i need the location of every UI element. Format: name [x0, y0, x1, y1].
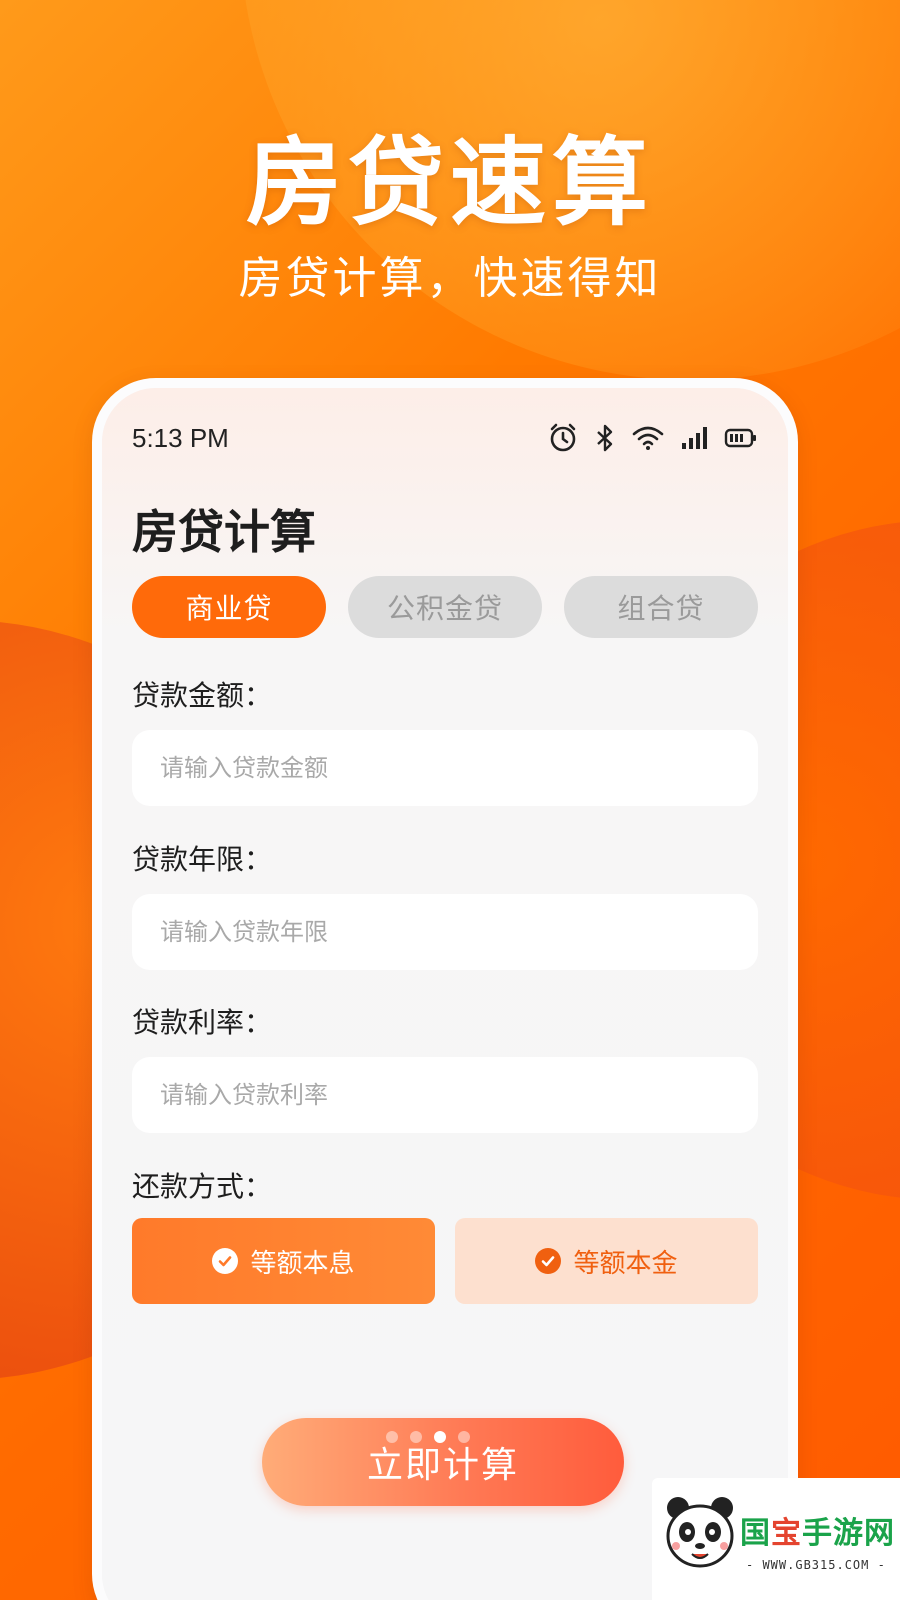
pager-dot-active[interactable] [434, 1431, 446, 1443]
loan-rate-label: 贷款利率： [132, 1006, 273, 1039]
loan-amount-field[interactable] [132, 730, 758, 806]
watermark-name-part: 国 [740, 1516, 771, 1551]
hero-subtitle: 房贷计算，快速得知 [238, 253, 662, 304]
panda-logo-icon [666, 1497, 734, 1568]
loan-amount-label: 贷款金额： [132, 679, 273, 712]
loan-rate-field[interactable] [132, 1057, 758, 1133]
status-time: 5:13 PM [132, 422, 229, 453]
site-watermark: 国宝手游网 - WWW.GB315.COM - [652, 1478, 900, 1600]
tab-provident-fund-loan[interactable]: 公积金贷 [348, 576, 542, 638]
loan-rate-input[interactable] [158, 1080, 758, 1110]
repayment-option-label: 等额本金 [573, 1248, 678, 1279]
status-icons [548, 423, 758, 453]
loan-term-field[interactable] [132, 894, 758, 970]
pager-dot[interactable] [458, 1431, 470, 1443]
repayment-options: 等额本息 等额本金 [132, 1218, 758, 1304]
loan-term-input[interactable] [158, 917, 758, 947]
promo-page: 房贷速算 房贷计算，快速得知 5:13 PM 房贷计算 商业贷 公积金贷 组合贷… [0, 0, 900, 1600]
check-circle-icon [535, 1248, 562, 1274]
alarm-icon [548, 423, 578, 453]
watermark-url: - WWW.GB315.COM - [746, 1558, 886, 1572]
loan-type-tabs: 商业贷 公积金贷 组合贷 [132, 576, 758, 638]
pager-dot[interactable] [386, 1431, 398, 1443]
loan-amount-input[interactable] [158, 753, 758, 783]
hero-title: 房贷速算 [246, 127, 654, 239]
bluetooth-icon [594, 423, 616, 453]
pager-dots [386, 1431, 470, 1443]
repayment-option-equal-principal[interactable]: 等额本金 [455, 1218, 758, 1304]
phone-mockup: 5:13 PM 房贷计算 商业贷 公积金贷 组合贷 贷款金额： 请输入贷款金额 … [92, 378, 798, 1600]
wifi-icon [632, 425, 664, 451]
signal-icon [680, 425, 708, 451]
status-bar: 5:13 PM [132, 418, 758, 458]
tab-combined-loan[interactable]: 组合贷 [564, 576, 758, 638]
page-title: 房贷计算 [132, 505, 316, 559]
app-screen: 5:13 PM 房贷计算 商业贷 公积金贷 组合贷 贷款金额： 请输入贷款金额 … [102, 388, 788, 1600]
pager-dot[interactable] [410, 1431, 422, 1443]
watermark-name-part: 手游网 [802, 1516, 895, 1551]
repayment-option-equal-installment[interactable]: 等额本息 [132, 1218, 435, 1304]
loan-term-label: 贷款年限： [132, 843, 273, 876]
watermark-name: 国宝手游网 [740, 1508, 895, 1552]
repayment-option-label: 等额本息 [250, 1248, 355, 1279]
repayment-method-label: 还款方式： [132, 1170, 273, 1203]
tab-commercial-loan[interactable]: 商业贷 [132, 576, 326, 638]
watermark-name-part: 宝 [771, 1516, 802, 1551]
check-circle-icon [212, 1248, 239, 1274]
battery-icon [724, 426, 758, 450]
